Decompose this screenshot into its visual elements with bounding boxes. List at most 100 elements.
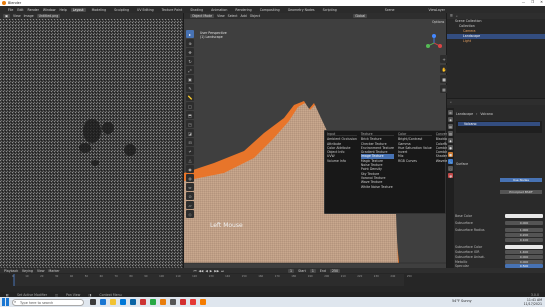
material-slot-item[interactable]: Volcano: [458, 122, 540, 126]
object-tab-icon[interactable]: ■: [448, 152, 453, 157]
view-layer-tab-icon[interactable]: ▥: [448, 131, 453, 136]
viewport-options-button[interactable]: Options: [432, 20, 444, 24]
play-icon[interactable]: ▶: [210, 269, 212, 273]
prev-keyframe-icon[interactable]: ◀◀: [198, 269, 203, 273]
add-cube-icon[interactable]: □: [186, 102, 194, 110]
taskbar-search-input[interactable]: Type here to search: [12, 298, 84, 306]
measure-icon[interactable]: 📏: [186, 93, 194, 101]
use-nodes-button[interactable]: Use Nodes: [500, 178, 542, 182]
transform-orientation-selector[interactable]: Global: [353, 14, 368, 18]
workspace-tab-uv-editing[interactable]: UV Editing: [135, 8, 156, 12]
cursor-icon[interactable]: ⊕: [186, 39, 194, 47]
image-editor-image-menu[interactable]: Image: [24, 14, 34, 18]
subsurface-color-swatch[interactable]: [505, 244, 543, 249]
viewport-menu-object[interactable]: Object: [250, 14, 260, 18]
surface-shader-selector[interactable]: Principled BSDF: [500, 190, 542, 194]
bevel-icon[interactable]: ◪: [186, 129, 194, 137]
workspace-tab-sculpting[interactable]: Sculpting: [112, 8, 131, 12]
app-icon[interactable]: [200, 299, 206, 305]
app-icon[interactable]: [150, 299, 156, 305]
world-tab-icon[interactable]: ●: [448, 145, 453, 150]
menu-item[interactable]: RGB Curves: [398, 159, 432, 163]
view-layer-selector[interactable]: ViewLayer: [428, 8, 444, 12]
render-tab-icon[interactable]: ◉: [448, 117, 453, 122]
material-slot-list[interactable]: Volcano: [456, 121, 542, 133]
base-color-swatch[interactable]: [505, 213, 543, 218]
windows-start-icon[interactable]: [2, 298, 9, 306]
rip-icon[interactable]: ◇: [186, 210, 194, 218]
app-icon[interactable]: [170, 299, 176, 305]
workspace-tab-modeling[interactable]: Modeling: [90, 8, 109, 12]
outliner-search-icon[interactable]: ⌕: [456, 14, 458, 18]
annotate-icon[interactable]: ✎: [186, 84, 194, 92]
viewport-menu-view[interactable]: View: [217, 14, 225, 18]
loop-cut-icon[interactable]: ⊟: [186, 138, 194, 146]
menu-render[interactable]: Render: [28, 8, 39, 12]
image-editor-view-menu[interactable]: View: [13, 14, 21, 18]
workspace-tab-rendering[interactable]: Rendering: [233, 8, 253, 12]
move-icon[interactable]: ✥: [186, 48, 194, 56]
scene-tab-icon[interactable]: ◆: [448, 138, 453, 143]
edge-slide-icon[interactable]: ⇔: [186, 183, 194, 191]
viewport-menu-select[interactable]: Select: [228, 14, 238, 18]
menu-file[interactable]: File: [8, 8, 13, 12]
start-frame-field[interactable]: 1: [309, 268, 316, 273]
app-icon[interactable]: [180, 299, 186, 305]
property-value[interactable]: 0.100: [505, 237, 543, 242]
property-value[interactable]: 1.400: [505, 249, 543, 254]
poly-build-icon[interactable]: △: [186, 156, 194, 164]
file-explorer-icon[interactable]: [110, 299, 116, 305]
menu-edit[interactable]: Edit: [17, 8, 23, 12]
modifier-tab-icon[interactable]: 🔧: [448, 159, 453, 164]
workspace-tab-shading[interactable]: Shading: [188, 8, 205, 12]
navigation-gizmo[interactable]: [424, 33, 444, 53]
minimize-button[interactable]: —: [522, 0, 525, 4]
physics-tab-icon[interactable]: ◌: [448, 166, 453, 171]
mail-icon[interactable]: [130, 299, 136, 305]
workspace-tab-texture-paint[interactable]: Texture Paint: [160, 8, 185, 12]
tool-tab-icon[interactable]: ⚙: [448, 110, 453, 115]
output-tab-icon[interactable]: ▤: [448, 124, 453, 129]
timeline-menu-keying[interactable]: Keying: [22, 269, 33, 273]
rotate-icon[interactable]: ↻: [186, 57, 194, 65]
jump-start-icon[interactable]: ⏮: [194, 269, 197, 273]
material-tab-icon[interactable]: ◕: [448, 173, 453, 178]
menu-item[interactable]: White Noise Texture: [361, 185, 394, 189]
image-editor-type-button[interactable]: ▣: [3, 14, 11, 18]
workspace-tab-geometry-nodes[interactable]: Geometry Nodes: [286, 8, 317, 12]
blender-taskbar-icon[interactable]: [160, 299, 166, 305]
extrude-icon[interactable]: ⬒: [186, 111, 194, 119]
timeline-menu-marker[interactable]: Marker: [49, 269, 60, 273]
play-reverse-icon[interactable]: ◀: [205, 269, 207, 273]
menu-help[interactable]: Help: [59, 8, 66, 12]
property-value[interactable]: 0.000: [505, 254, 543, 259]
task-view-icon[interactable]: [90, 299, 96, 305]
timeline-menu-view[interactable]: View: [37, 269, 45, 273]
store-icon[interactable]: [120, 299, 126, 305]
app-icon[interactable]: [190, 299, 196, 305]
clock-date[interactable]: 11/17/2021: [514, 302, 542, 306]
workspace-tab-animation[interactable]: Animation: [209, 8, 229, 12]
smooth-icon[interactable]: ◍: [186, 174, 194, 182]
scene-selector[interactable]: Scene: [385, 8, 395, 12]
close-button[interactable]: ✕: [540, 0, 543, 4]
workspace-tab-compositing[interactable]: Compositing: [258, 8, 282, 12]
workspace-tab-scripting[interactable]: Scripting: [321, 8, 339, 12]
property-value[interactable]: 0.500: [505, 263, 543, 268]
weather-widget[interactable]: 54°F Sunny: [452, 299, 472, 303]
image-editor[interactable]: [0, 13, 183, 268]
surface-panel-header[interactable]: Surface: [456, 162, 468, 166]
outliner-panel[interactable]: ☰ ⌕ Scene Collection Collection Camera L…: [447, 13, 545, 98]
property-value[interactable]: 0.000: [505, 220, 543, 225]
knife-icon[interactable]: ⌿: [186, 147, 194, 155]
outliner-filter-icon[interactable]: ☰: [450, 14, 453, 18]
image-name-field[interactable]: Untitled.png: [36, 14, 61, 18]
current-frame-field[interactable]: 1: [288, 268, 295, 273]
end-frame-field[interactable]: 250: [329, 268, 341, 273]
shrink-icon[interactable]: ⊙: [186, 192, 194, 200]
scale-icon[interactable]: ⤢: [186, 66, 194, 74]
properties-search-icon[interactable]: ⌕: [450, 100, 452, 104]
next-keyframe-icon[interactable]: ▶▶: [214, 269, 219, 273]
app-icon[interactable]: [140, 299, 146, 305]
transform-icon[interactable]: ▣: [186, 75, 194, 83]
